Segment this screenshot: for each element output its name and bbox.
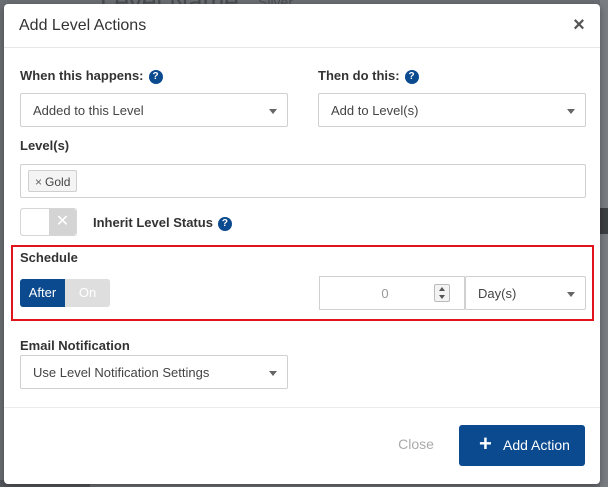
email-select-value: Use Level Notification Settings	[33, 365, 210, 380]
schedule-amount-value: 0	[381, 286, 389, 301]
footer-divider	[4, 407, 600, 408]
inherit-toggle[interactable]: ✕	[20, 208, 77, 236]
inherit-label-row: Inherit Level Status?	[93, 215, 232, 231]
add-action-label: Add Action	[503, 437, 570, 453]
chevron-down-icon	[269, 371, 277, 376]
question-icon[interactable]: ?	[217, 217, 232, 231]
modal-title: Add Level Actions	[19, 17, 147, 34]
action-label-row: Then do this:?	[318, 68, 419, 84]
spin-up-icon[interactable]	[439, 287, 445, 291]
chevron-down-icon	[567, 292, 575, 297]
action-select[interactable]: Add to Level(s)	[318, 93, 586, 127]
trigger-select-value: Added to this Level	[33, 103, 144, 118]
email-label: Email Notification	[20, 338, 130, 353]
toggle-knob	[21, 209, 50, 235]
levels-label: Level(s)	[20, 138, 70, 153]
schedule-label: Schedule	[20, 250, 78, 265]
level-tag: × Gold	[28, 170, 78, 192]
schedule-after-option[interactable]: After	[20, 279, 65, 307]
question-icon[interactable]: ?	[148, 70, 163, 84]
add-level-actions-modal: Add Level Actions × When this happens:? …	[4, 4, 600, 484]
schedule-amount-input[interactable]: 0	[319, 276, 465, 310]
background-strip	[600, 0, 608, 487]
schedule-unit-value: Day(s)	[478, 286, 517, 301]
close-icon[interactable]: ×	[570, 15, 588, 35]
levels-multiselect[interactable]: × Gold	[20, 164, 586, 198]
level-tag-label: Gold	[45, 175, 71, 189]
trigger-label: When this happens:	[20, 68, 144, 83]
modal-header: Add Level Actions ×	[4, 4, 600, 48]
trigger-select[interactable]: Added to this Level	[20, 93, 288, 127]
spin-down-icon[interactable]	[439, 295, 445, 299]
close-button[interactable]: Close	[390, 436, 442, 452]
schedule-on-option[interactable]: On	[65, 279, 110, 307]
number-spinner[interactable]	[434, 284, 450, 302]
toggle-off-icon: ✕	[49, 209, 76, 235]
trigger-label-row: When this happens:?	[20, 68, 163, 84]
chevron-down-icon	[567, 109, 575, 114]
plus-icon: +	[479, 431, 492, 456]
background-tab	[600, 208, 608, 234]
add-action-button[interactable]: + Add Action	[459, 425, 585, 466]
question-icon[interactable]: ?	[404, 70, 419, 84]
tag-remove-icon[interactable]: ×	[35, 175, 42, 189]
schedule-mode-toggle: After On	[20, 279, 110, 307]
action-select-value: Add to Level(s)	[331, 103, 419, 118]
schedule-unit-select[interactable]: Day(s)	[465, 276, 586, 310]
chevron-down-icon	[269, 109, 277, 114]
action-label: Then do this:	[318, 68, 400, 83]
inherit-label: Inherit Level Status	[93, 215, 213, 230]
email-select[interactable]: Use Level Notification Settings	[20, 355, 288, 389]
